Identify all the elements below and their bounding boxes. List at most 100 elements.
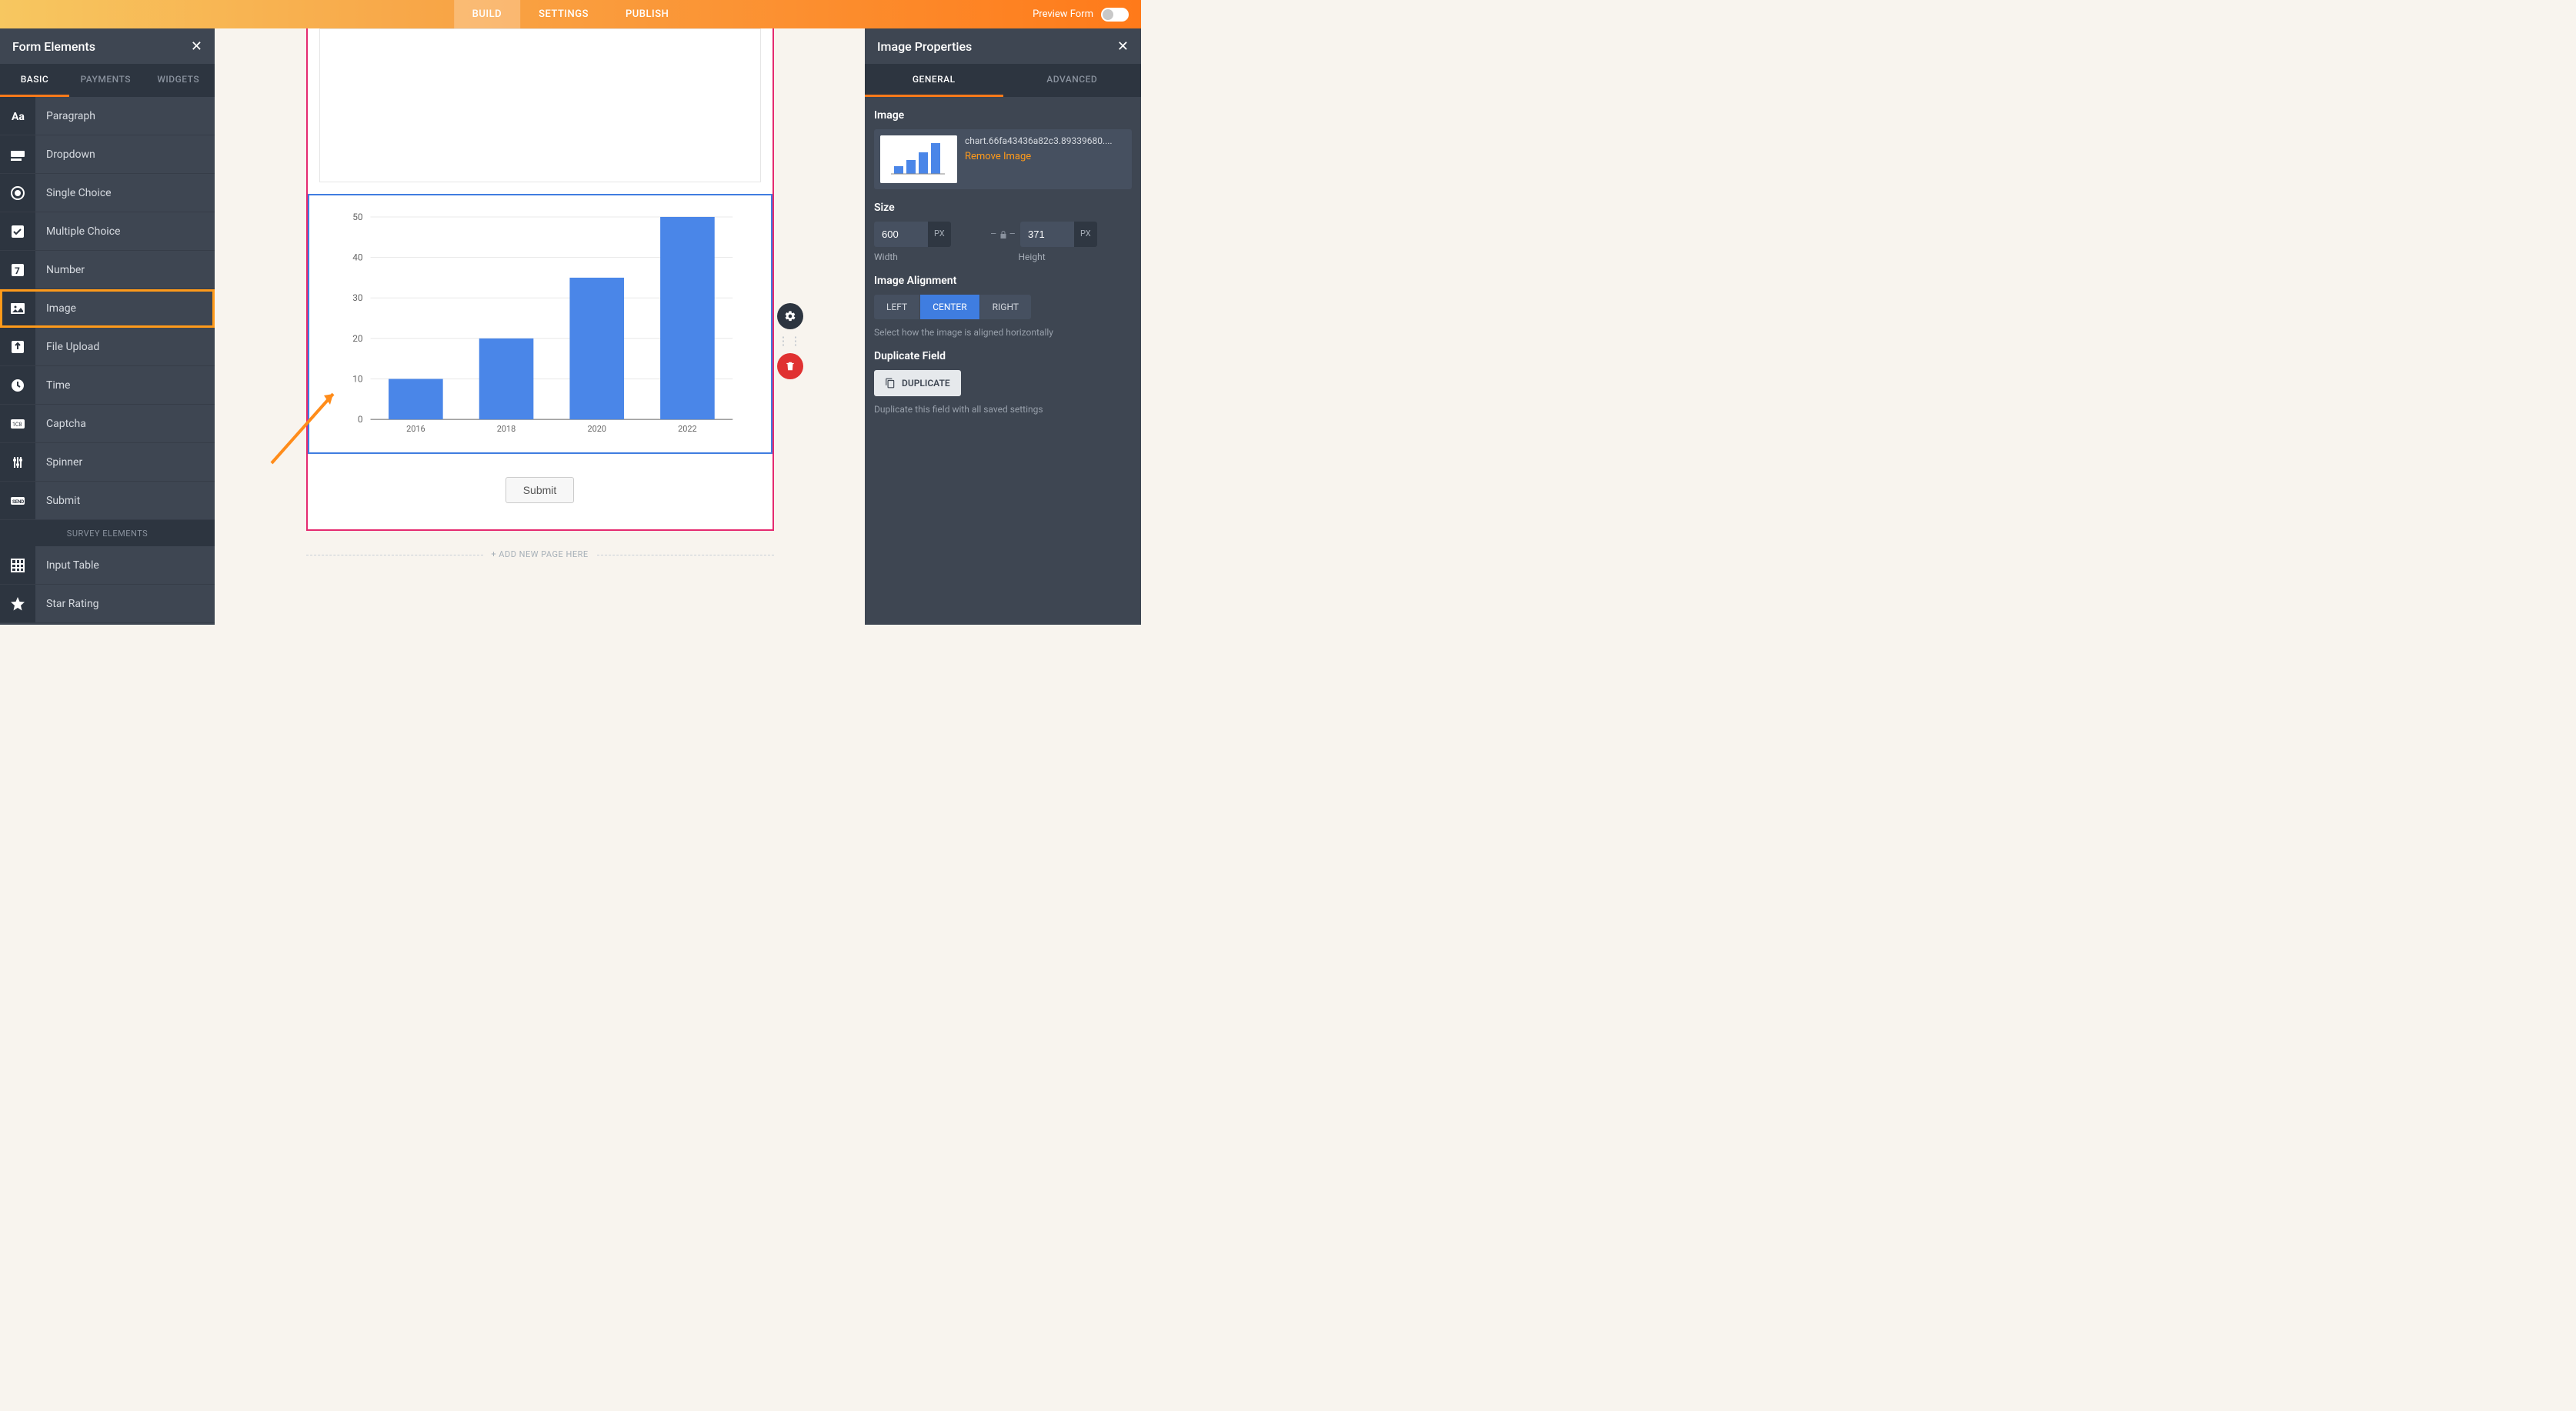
duplicate-button[interactable]: DUPLICATE (874, 370, 961, 396)
svg-text:40: 40 (352, 252, 363, 263)
svg-text:20: 20 (352, 333, 363, 344)
element-label: Input Table (35, 559, 99, 572)
element-label: Star Rating (35, 598, 99, 610)
element-item-number[interactable]: 7 Number (0, 251, 215, 289)
remove-image-link[interactable]: Remove Image (965, 151, 1031, 162)
element-item-upload[interactable]: File Upload (0, 328, 215, 366)
table-icon (0, 546, 35, 584)
element-label: Number (35, 264, 85, 276)
survey-elements-header: SURVEY ELEMENTS (0, 520, 215, 546)
element-item-checkbox[interactable]: Multiple Choice (0, 212, 215, 251)
width-input-group: PX (874, 222, 986, 247)
section-label: Image (874, 109, 1132, 122)
element-item-paragraph[interactable]: AaParagraph (0, 97, 215, 135)
duplicate-property-section: Duplicate Field DUPLICATE Duplicate this… (865, 338, 1141, 430)
alignment-button-group: LEFT CENTER RIGHT (874, 295, 1132, 319)
height-unit-label: PX (1074, 222, 1097, 247)
duplicate-button-label: DUPLICATE (902, 378, 950, 389)
topbar-tabs: BUILD SETTINGS PUBLISH (454, 0, 688, 28)
field-delete-button[interactable] (777, 353, 803, 379)
width-unit-label: PX (928, 222, 951, 247)
empty-field-block[interactable] (319, 28, 761, 182)
close-icon[interactable]: ✕ (1117, 38, 1129, 55)
tab-general[interactable]: GENERAL (865, 64, 1003, 97)
element-item-image[interactable]: Image (0, 289, 215, 328)
element-item-submit[interactable]: SEND Submit (0, 482, 215, 520)
svg-text:0: 0 (357, 414, 362, 425)
svg-text:2016: 2016 (406, 424, 425, 434)
element-item-time[interactable]: Time (0, 366, 215, 405)
star-icon (0, 585, 35, 622)
submit-row: Submit (308, 454, 772, 529)
right-panel-header: Image Properties ✕ (865, 28, 1141, 64)
svg-text:10: 10 (352, 373, 363, 384)
tab-payments[interactable]: PAYMENTS (69, 64, 142, 97)
alignment-help-text: Select how the image is aligned horizont… (874, 327, 1132, 338)
right-panel-tabs: GENERAL ADVANCED (865, 64, 1141, 97)
svg-text:2020: 2020 (587, 424, 606, 434)
element-item-captcha[interactable]: 1C8Captcha (0, 405, 215, 443)
tab-settings[interactable]: SETTINGS (520, 0, 607, 28)
close-icon[interactable]: ✕ (191, 38, 202, 55)
captcha-icon: 1C8 (0, 405, 35, 442)
add-new-page-button[interactable]: + ADD NEW PAGE HERE (306, 531, 774, 578)
upload-icon (0, 328, 35, 365)
duplicate-help-text: Duplicate this field with all saved sett… (874, 404, 1132, 415)
image-meta: chart.66fa43436a82c3.89339680.... Remove… (965, 135, 1126, 183)
tab-publish[interactable]: PUBLISH (607, 0, 687, 28)
number-icon: 7 (0, 251, 35, 289)
element-label: Time (35, 379, 70, 392)
elements-list: AaParagraph Dropdown Single Choice Multiple… (0, 97, 215, 625)
element-item-star[interactable]: Star Rating (0, 585, 215, 623)
preview-form-toggle[interactable] (1101, 8, 1129, 22)
svg-text:50: 50 (352, 212, 363, 222)
element-item-spinner[interactable]: Spinner (0, 443, 215, 482)
image-field-block[interactable]: 010203040502016201820202022 ⋮⋮ (308, 194, 772, 454)
section-label: Size (874, 202, 1132, 214)
image-properties-panel: Image Properties ✕ GENERAL ADVANCED Imag… (865, 28, 1141, 625)
image-filename: chart.66fa43436a82c3.89339680.... (965, 135, 1126, 146)
gear-icon (784, 310, 796, 322)
alignment-property-section: Image Alignment LEFT CENTER RIGHT Select… (865, 262, 1141, 338)
align-center-button[interactable]: CENTER (920, 295, 979, 319)
form-elements-panel: Form Elements ✕ BASIC PAYMENTS WIDGETS A… (0, 28, 215, 625)
tab-build[interactable]: BUILD (454, 0, 520, 28)
element-label: Image (35, 302, 76, 315)
tab-widgets[interactable]: WIDGETS (142, 64, 215, 97)
aspect-lock[interactable]: – – (990, 228, 1016, 240)
drag-handle-icon[interactable]: ⋮⋮ (778, 335, 802, 347)
left-panel-tabs: BASIC PAYMENTS WIDGETS (0, 64, 215, 97)
trash-icon (785, 361, 796, 372)
form-canvas: 010203040502016201820202022 ⋮⋮ Submit + … (215, 28, 865, 625)
height-input[interactable] (1020, 222, 1074, 247)
width-input[interactable] (874, 222, 928, 247)
image-property-section: Image chart.66fa43436a82c3.89339680.... … (865, 97, 1141, 189)
size-property-section: Size PX – – PX (865, 189, 1141, 262)
svg-text:2018: 2018 (496, 424, 516, 434)
align-left-button[interactable]: LEFT (874, 295, 920, 319)
dropdown-icon (0, 135, 35, 173)
element-item-table[interactable]: Input Table (0, 546, 215, 585)
preview-form-label: Preview Form (1033, 8, 1093, 20)
top-navigation-bar: BUILD SETTINGS PUBLISH Preview Form (0, 0, 1141, 28)
align-right-button[interactable]: RIGHT (980, 295, 1031, 319)
form-container: 010203040502016201820202022 ⋮⋮ Submit (306, 28, 774, 531)
element-label: Submit (35, 495, 80, 507)
image-thumbnail[interactable] (880, 135, 957, 183)
image-icon (0, 289, 35, 327)
element-label: Single Choice (35, 187, 112, 199)
svg-text:7: 7 (15, 265, 20, 276)
element-label: File Upload (35, 341, 99, 353)
element-item-dropdown[interactable]: Dropdown (0, 135, 215, 174)
submit-button[interactable]: Submit (506, 477, 575, 503)
element-label: Spinner (35, 456, 82, 469)
element-label: Multiple Choice (35, 225, 120, 238)
svg-text:SEND: SEND (12, 499, 24, 505)
topbar-right: Preview Form (1033, 8, 1129, 22)
tab-advanced[interactable]: ADVANCED (1003, 64, 1142, 97)
section-label: Image Alignment (874, 275, 1132, 287)
field-settings-button[interactable] (777, 303, 803, 329)
element-item-radio[interactable]: Single Choice (0, 174, 215, 212)
tab-basic[interactable]: BASIC (0, 64, 69, 97)
element-label: Dropdown (35, 148, 95, 161)
